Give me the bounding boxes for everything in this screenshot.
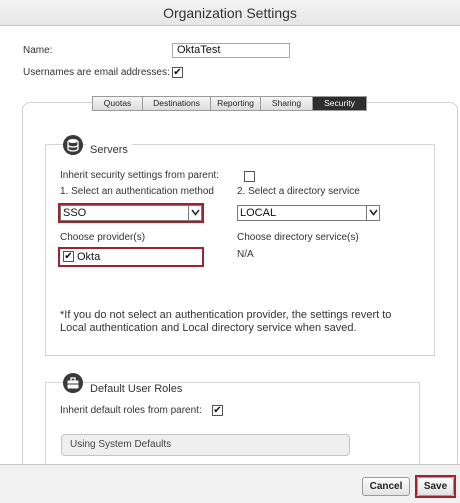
dialog-title: Organization Settings (163, 5, 297, 21)
settings-tabs: Quotas Destinations Reporting Sharing Se… (92, 96, 367, 111)
inherit-security-label: Inherit security settings from parent: (60, 170, 219, 181)
okta-provider-label: Okta (77, 251, 101, 263)
tab-reporting[interactable]: Reporting (211, 97, 261, 110)
chevron-down-icon (366, 206, 379, 220)
directory-service-value: LOCAL (240, 207, 277, 219)
tab-security[interactable]: Security (313, 97, 366, 110)
directory-services-value: N/A (237, 249, 254, 260)
system-defaults-bar: Using System Defaults (61, 434, 350, 456)
auth-method-highlight (58, 203, 204, 223)
inherit-security-checkbox[interactable] (244, 171, 255, 182)
save-highlight (415, 475, 456, 498)
name-field[interactable]: OktaTest (172, 43, 290, 58)
directory-services-label: Choose directory service(s) (237, 232, 359, 243)
tab-sharing[interactable]: Sharing (261, 97, 313, 110)
dialog-titlebar: Organization Settings (0, 0, 460, 26)
provider-label: Choose provider(s) (60, 232, 146, 243)
default-roles-title: Default User Roles (86, 383, 187, 395)
usernames-email-label: Usernames are email addresses: (23, 67, 170, 78)
auth-fallback-note: *If you do not select an authentication … (60, 309, 392, 334)
briefcase-icon (63, 373, 83, 393)
inherit-roles-checkbox[interactable]: ✔ (212, 405, 223, 416)
inherit-roles-label: Inherit default roles from parent: (60, 405, 202, 416)
name-label: Name: (23, 45, 53, 56)
tab-quotas[interactable]: Quotas (93, 97, 143, 110)
usernames-email-checkbox[interactable]: ✔ (172, 67, 183, 78)
auth-method-label: 1. Select an authentication method (60, 186, 214, 197)
okta-provider-checkbox[interactable]: ✔ (63, 251, 74, 262)
tab-destinations[interactable]: Destinations (143, 97, 211, 110)
directory-service-label: 2. Select a directory service (237, 186, 360, 197)
directory-service-select[interactable]: LOCAL (237, 205, 380, 221)
cancel-button[interactable]: Cancel (362, 477, 410, 496)
database-icon (63, 135, 83, 155)
servers-title: Servers (86, 144, 132, 156)
